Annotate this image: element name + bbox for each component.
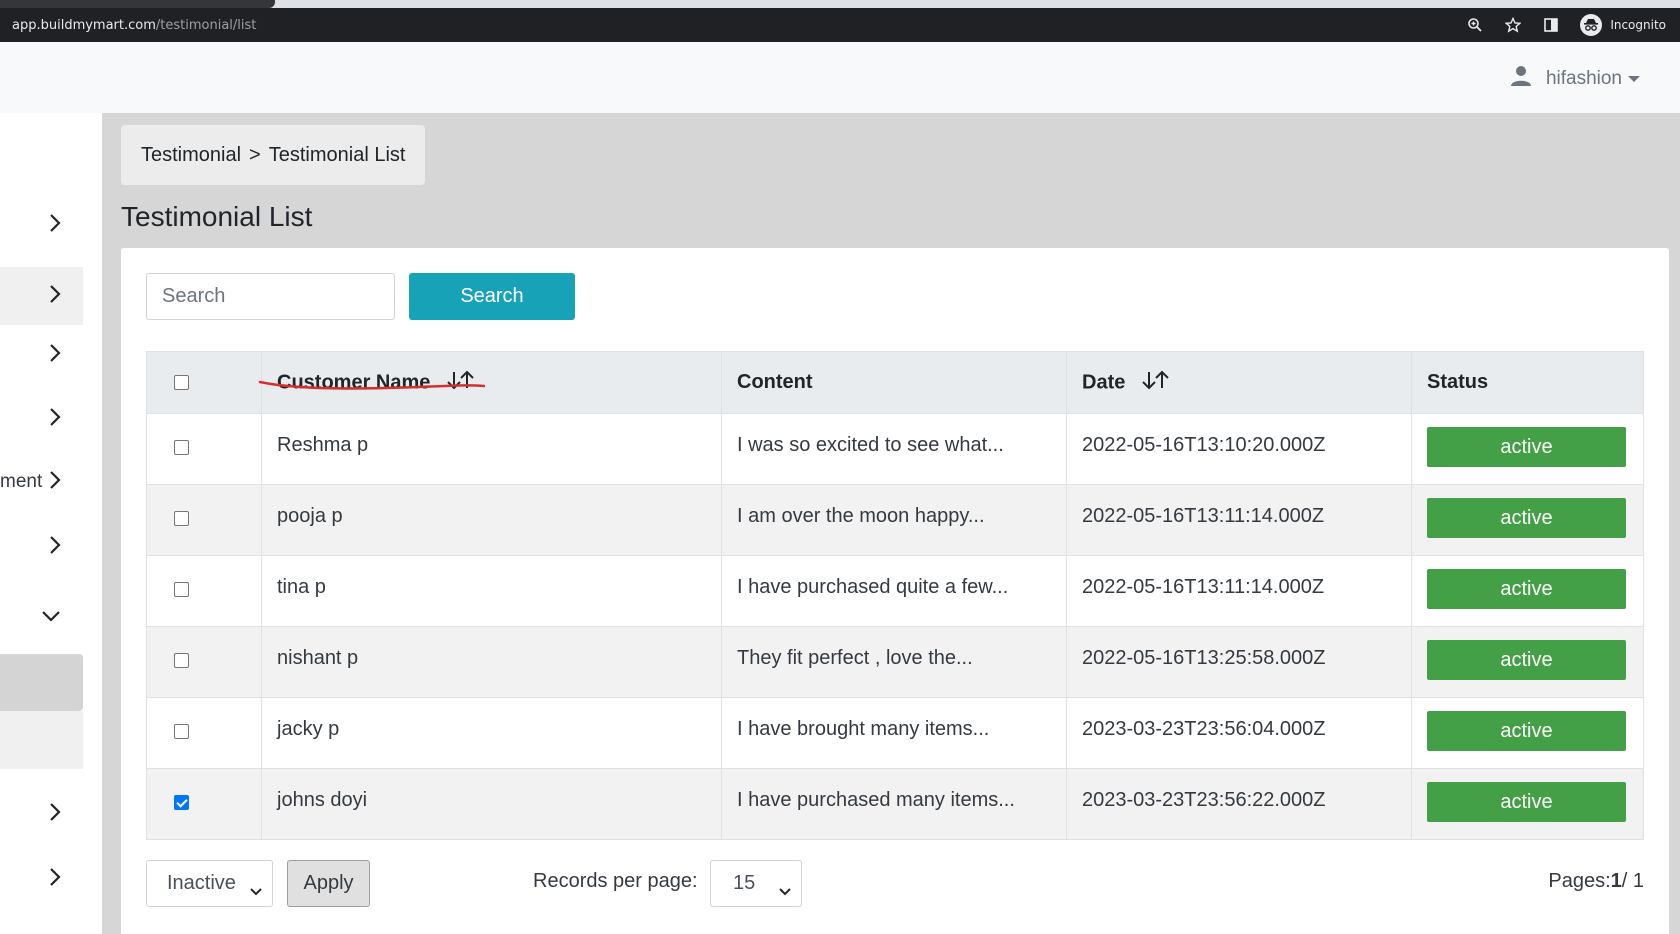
browser-address-bar[interactable]: app.buildmymart.com/testimonial/list Inc… <box>0 8 1680 42</box>
bookmark-star-icon[interactable] <box>1504 16 1522 34</box>
date-cell: 2022-05-16T13:10:20.000Z <box>1066 413 1412 485</box>
date-cell: 2022-05-16T13:11:14.000Z <box>1066 555 1412 627</box>
user-menu[interactable]: hifashion <box>1510 65 1640 92</box>
row-checkbox[interactable] <box>174 653 189 669</box>
sidebar-item-7-expanded[interactable] <box>0 589 83 647</box>
sidebar-subitem-selected[interactable] <box>0 654 83 711</box>
sidebar-item-4[interactable] <box>0 390 83 448</box>
chevron-right-icon <box>49 407 61 432</box>
user-icon <box>1510 65 1532 92</box>
incognito-label: Incognito <box>1610 18 1666 32</box>
search-button[interactable]: Search <box>409 273 575 320</box>
breadcrumb-parent[interactable]: Testimonial <box>141 144 241 167</box>
apply-button[interactable]: Apply <box>287 860 370 907</box>
testimonial-card: Search Customer Name Content Date Status <box>121 248 1669 934</box>
customer-name-cell: jacky p <box>261 697 722 769</box>
select-all-checkbox[interactable] <box>174 375 189 391</box>
content-cell: I have purchased quite a few... <box>721 555 1067 627</box>
row-checkbox[interactable] <box>174 511 189 527</box>
status-toggle-button[interactable]: active <box>1427 640 1626 680</box>
chevron-right-icon <box>49 284 61 309</box>
testimonial-table: Customer Name Content Date Status Reshma… <box>146 351 1644 840</box>
chevron-right-icon <box>49 343 61 368</box>
status-toggle-button[interactable]: active <box>1427 427 1626 467</box>
sidebar-subitem[interactable] <box>0 711 83 769</box>
column-header-content: Content <box>721 351 1067 414</box>
chevron-right-icon <box>49 802 61 827</box>
sidebar-item-1[interactable] <box>0 196 83 254</box>
row-checkbox[interactable] <box>174 440 189 456</box>
incognito-badge[interactable]: Incognito <box>1580 14 1666 36</box>
zoom-icon[interactable] <box>1466 16 1484 34</box>
sidebar-item-9[interactable] <box>0 850 83 908</box>
incognito-icon <box>1580 14 1603 36</box>
bulk-action-select[interactable]: Inactive <box>146 860 273 907</box>
table-row: jacky p I have brought many items... 202… <box>146 697 1644 769</box>
app-header: hifashion <box>0 42 1680 113</box>
breadcrumb: Testimonial > Testimonial List <box>121 125 426 185</box>
content-cell: I was so excited to see what... <box>721 413 1067 485</box>
customer-name-cell: johns doyi <box>261 768 722 840</box>
browser-active-tab[interactable] <box>0 0 275 8</box>
date-cell: 2022-05-16T13:25:58.000Z <box>1066 626 1412 698</box>
chevron-down-icon[interactable] <box>1628 75 1640 82</box>
sort-icon[interactable] <box>1141 370 1171 396</box>
status-toggle-button[interactable]: active <box>1427 498 1626 538</box>
table-row: Reshma p I was so excited to see what...… <box>146 413 1644 485</box>
column-header-status: Status <box>1411 351 1644 414</box>
date-cell: 2022-05-16T13:11:14.000Z <box>1066 484 1412 556</box>
records-per-page-label: Records per page: <box>533 870 698 892</box>
status-toggle-button[interactable]: active <box>1427 711 1626 751</box>
chevron-right-icon <box>49 867 61 892</box>
chevron-right-icon <box>49 213 61 238</box>
chevron-down-icon <box>779 879 791 902</box>
sidebar-item-8[interactable] <box>0 785 83 843</box>
pagination-info: Pages:1/ 1 <box>1548 870 1644 892</box>
customer-name-cell: Reshma p <box>261 413 722 485</box>
red-annotation-underline <box>258 380 486 390</box>
content-cell: I am over the moon happy... <box>721 484 1067 556</box>
table-row: nishant p They fit perfect , love the...… <box>146 626 1644 698</box>
select-all-cell <box>146 351 262 414</box>
content-cell: I have purchased many items... <box>721 768 1067 840</box>
customer-name-cell: tina p <box>261 555 722 627</box>
sidebar-item-5[interactable]: ment <box>0 453 83 511</box>
sidebar: ment <box>0 113 102 934</box>
sidebar-item-3[interactable] <box>0 326 83 384</box>
row-checkbox[interactable] <box>174 724 189 740</box>
customer-name-cell: pooja p <box>261 484 722 556</box>
status-toggle-button[interactable]: active <box>1427 782 1626 822</box>
breadcrumb-current: Testimonial List <box>268 143 406 166</box>
content-cell: I have brought many items... <box>721 697 1067 769</box>
content-cell: They fit perfect , love the... <box>721 626 1067 698</box>
url-text[interactable]: app.buildmymart.com/testimonial/list <box>12 18 256 33</box>
date-cell: 2023-03-23T23:56:04.000Z <box>1066 697 1412 769</box>
column-header-date[interactable]: Date <box>1066 351 1412 414</box>
sidebar-item-2[interactable] <box>0 267 83 325</box>
browser-tab-strip <box>0 0 1680 8</box>
row-checkbox-checked[interactable] <box>174 795 189 811</box>
side-panel-icon[interactable] <box>1542 16 1560 34</box>
main-content: Testimonial > Testimonial List Testimoni… <box>102 113 1680 934</box>
chevron-down-icon <box>250 879 262 902</box>
table-row: johns doyi I have purchased many items..… <box>146 768 1644 840</box>
table-row: tina p I have purchased quite a few... 2… <box>146 555 1644 627</box>
sidebar-item-6[interactable] <box>0 518 83 576</box>
date-cell: 2023-03-23T23:56:22.000Z <box>1066 768 1412 840</box>
records-per-page-select[interactable]: 15 <box>710 860 802 907</box>
breadcrumb-separator: > <box>249 143 261 166</box>
sidebar-item-label: ment <box>0 471 43 492</box>
table-row: pooja p I am over the moon happy... 2022… <box>146 484 1644 556</box>
search-input[interactable] <box>146 273 395 320</box>
status-toggle-button[interactable]: active <box>1427 569 1626 609</box>
user-name[interactable]: hifashion <box>1546 68 1622 90</box>
chevron-down-icon <box>41 609 61 627</box>
chevron-right-icon <box>49 535 61 560</box>
row-checkbox[interactable] <box>174 582 189 598</box>
page-title: Testimonial List <box>121 201 313 232</box>
customer-name-cell: nishant p <box>261 626 722 698</box>
chevron-right-icon <box>49 470 61 495</box>
